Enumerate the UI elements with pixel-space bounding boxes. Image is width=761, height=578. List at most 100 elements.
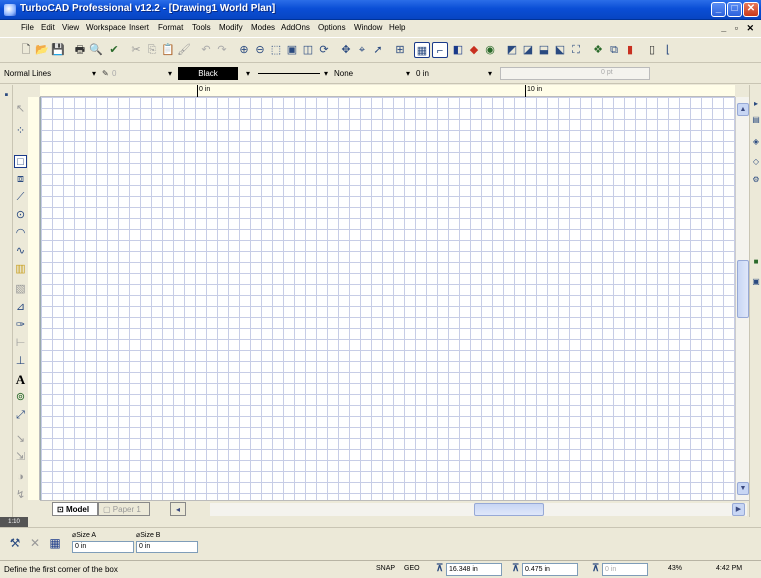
- inspector-tools-icon[interactable]: ⚒: [8, 536, 22, 550]
- dock-library-icon[interactable]: ■: [751, 257, 761, 267]
- dock-settings-icon[interactable]: ⚙: [751, 175, 761, 185]
- menu-format[interactable]: Format: [158, 23, 183, 32]
- redraw-icon[interactable]: ⟳: [316, 42, 332, 58]
- block-icon[interactable]: ▧: [14, 283, 27, 296]
- menu-file[interactable]: File: [21, 23, 34, 32]
- new-file-icon[interactable]: 🗋: [18, 42, 34, 58]
- cut-icon[interactable]: ✂: [128, 42, 144, 58]
- render-icon[interactable]: ◉: [482, 42, 498, 58]
- size-b-input[interactable]: 0 in: [136, 541, 198, 553]
- menu-window[interactable]: Window: [354, 23, 382, 32]
- pointer-icon[interactable]: ➚: [370, 42, 386, 58]
- select-icon[interactable]: ↖: [14, 103, 27, 116]
- menu-tools[interactable]: Tools: [192, 23, 211, 32]
- format-painter-icon[interactable]: 🖌: [176, 42, 192, 58]
- library-icon[interactable]: ❖: [590, 42, 606, 58]
- scroll-up-icon[interactable]: ▲: [737, 103, 749, 116]
- symbol-icon[interactable]: ⊚: [14, 391, 27, 404]
- vertical-scrollbar[interactable]: ▲ ▼: [735, 97, 749, 500]
- spell-check-icon[interactable]: ✔: [106, 42, 122, 58]
- drawing-canvas[interactable]: [40, 97, 735, 500]
- minimize-button[interactable]: _: [711, 2, 726, 17]
- color-icon[interactable]: ◆: [466, 42, 482, 58]
- menu-modify[interactable]: Modify: [219, 23, 243, 32]
- circle-icon[interactable]: ⊙: [14, 209, 27, 222]
- page-icon[interactable]: ▯: [644, 42, 660, 58]
- dropdown-arrow-icon[interactable]: ▾: [246, 69, 250, 78]
- bookmark-icon[interactable]: ▮: [622, 42, 638, 58]
- color-select[interactable]: Black: [178, 67, 238, 80]
- close-button[interactable]: ✕: [743, 2, 759, 17]
- print-preview-icon[interactable]: 🔍: [88, 42, 104, 58]
- save-icon[interactable]: 💾: [50, 42, 66, 58]
- node-edit-icon[interactable]: ↘: [14, 433, 27, 446]
- menu-help[interactable]: Help: [389, 23, 405, 32]
- copy-icon[interactable]: ⎘: [144, 42, 160, 58]
- size-a-input[interactable]: 0 in: [72, 541, 134, 553]
- view-side-icon[interactable]: ⬓: [536, 42, 552, 58]
- pen-width-value[interactable]: 0: [112, 69, 116, 78]
- snap-toggle[interactable]: SNAP: [376, 565, 395, 572]
- dimension-icon[interactable]: ⊢: [14, 337, 27, 350]
- print-icon[interactable]: 🖶: [72, 42, 88, 58]
- palette-grip-icon[interactable]: ▪: [1, 89, 12, 102]
- ortho-icon[interactable]: ⌐: [432, 42, 448, 58]
- arc-icon[interactable]: ◠: [14, 227, 27, 240]
- app-icon[interactable]: [4, 4, 16, 16]
- thickness-value[interactable]: 0 in: [416, 69, 429, 78]
- curve-icon[interactable]: ∿: [14, 245, 27, 258]
- dropdown-arrow-icon[interactable]: ▾: [488, 69, 492, 78]
- menu-options[interactable]: Options: [318, 23, 346, 32]
- horizontal-scrollbar[interactable]: ▶: [210, 503, 747, 516]
- zoom-out-icon[interactable]: ⊖: [252, 42, 268, 58]
- zoom-extents-icon[interactable]: ▣: [284, 42, 300, 58]
- x-coordinate-field[interactable]: 16.348 in: [446, 563, 502, 576]
- measure-icon[interactable]: ⊥: [14, 355, 27, 368]
- redo-icon[interactable]: ↷: [214, 42, 230, 58]
- dock-properties-icon[interactable]: ◇: [751, 157, 761, 167]
- offset-icon[interactable]: ⇲: [14, 451, 27, 464]
- menu-modes[interactable]: Modes: [251, 23, 275, 32]
- paste-icon[interactable]: 📋: [160, 42, 176, 58]
- view-iso-icon[interactable]: ⬕: [552, 42, 568, 58]
- text-tool-icon[interactable]: A: [14, 373, 27, 386]
- tab-paper-1[interactable]: ▢ Paper 1: [98, 502, 150, 516]
- camera-icon[interactable]: ⛶: [568, 42, 584, 58]
- mirror-icon[interactable]: ◑: [14, 471, 27, 484]
- grid-icon[interactable]: ⊞: [392, 42, 408, 58]
- rectangle-tool-icon[interactable]: □: [14, 155, 27, 168]
- brush-icon[interactable]: ✑: [14, 319, 27, 332]
- fill-select[interactable]: None: [334, 69, 353, 78]
- array-icon[interactable]: ↯: [14, 489, 27, 502]
- trim-icon[interactable]: ⊿: [14, 301, 27, 314]
- inspector-options-icon[interactable]: ▦: [48, 536, 62, 550]
- transform-icon[interactable]: ⤢: [14, 409, 27, 422]
- menu-workspace[interactable]: Workspace: [86, 23, 126, 32]
- vertical-scroll-thumb[interactable]: [737, 260, 749, 318]
- tab-scroll-left-icon[interactable]: ◂: [170, 502, 186, 516]
- snap-icon[interactable]: ⌖: [354, 42, 370, 58]
- pan-icon[interactable]: ✥: [338, 42, 354, 58]
- paper-space-icon[interactable]: ⌊: [660, 42, 676, 58]
- tab-model[interactable]: ⊡ Model: [52, 502, 98, 516]
- zoom-window-icon[interactable]: ⬚: [268, 42, 284, 58]
- horizontal-scroll-thumb[interactable]: [474, 503, 544, 516]
- dropdown-arrow-icon[interactable]: ▾: [92, 69, 96, 78]
- zoom-all-icon[interactable]: ◫: [300, 42, 316, 58]
- line-style-select[interactable]: Normal Lines: [4, 69, 51, 78]
- view-front-icon[interactable]: ◩: [504, 42, 520, 58]
- dropdown-arrow-icon[interactable]: ▾: [406, 69, 410, 78]
- polyline-icon[interactable]: ⟋: [14, 191, 27, 204]
- dropdown-arrow-icon[interactable]: ▾: [168, 69, 172, 78]
- menu-insert[interactable]: Insert: [129, 23, 149, 32]
- geo-toggle[interactable]: GEO: [404, 565, 420, 572]
- inspector-cancel-icon[interactable]: ✕: [28, 536, 42, 550]
- menu-view[interactable]: View: [62, 23, 79, 32]
- open-folder-icon[interactable]: 📂: [34, 42, 50, 58]
- hatch-icon[interactable]: ▥: [14, 263, 27, 276]
- line-type-sample[interactable]: [258, 73, 320, 74]
- z-coordinate-field[interactable]: 0 in: [602, 563, 648, 576]
- mdi-window-controls[interactable]: _ ▫ ✕: [721, 23, 757, 34]
- maximize-button[interactable]: □: [727, 2, 742, 17]
- dock-layers-icon[interactable]: ◈: [751, 137, 761, 147]
